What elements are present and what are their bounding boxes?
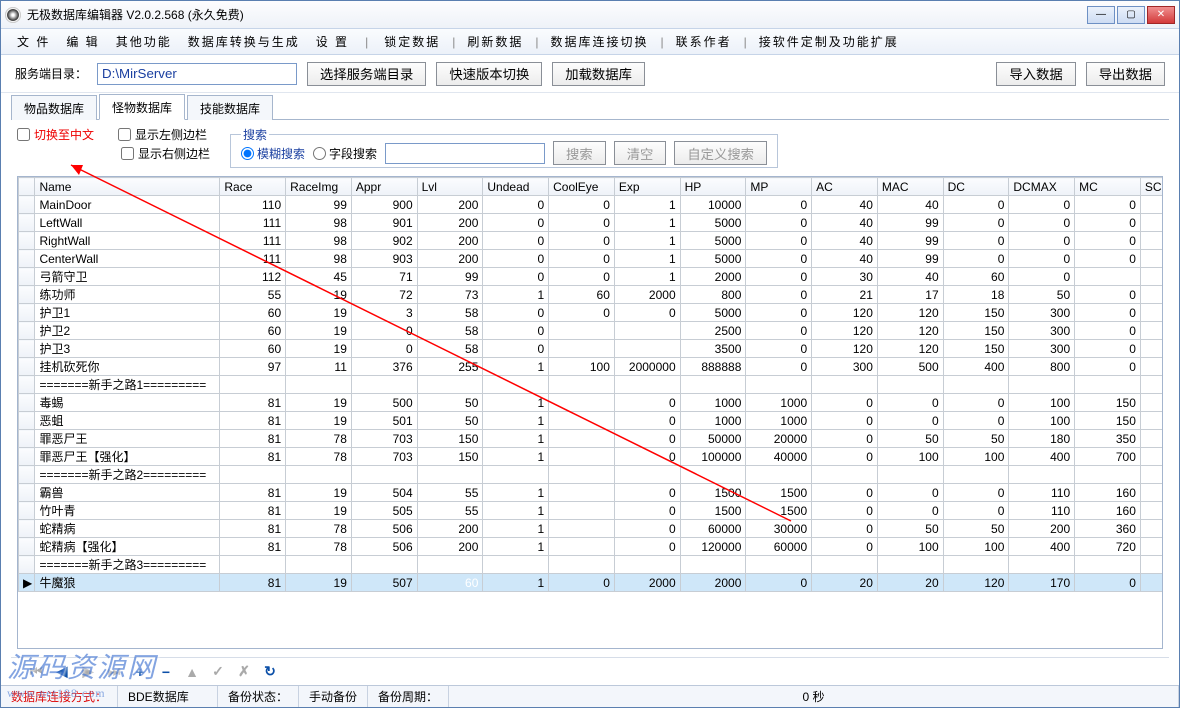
- menu-编 辑[interactable]: 编 辑: [58, 33, 107, 51]
- fuzzy-radio[interactable]: 模糊搜索: [241, 145, 305, 162]
- col-CoolEye[interactable]: CoolEye: [549, 178, 615, 196]
- nav-post[interactable]: ✓: [209, 663, 227, 681]
- table-row[interactable]: 竹叶青81195055510150015000001101600: [19, 502, 1163, 520]
- menubar: 文 件编 辑其他功能数据库转换与生成设 置 | 锁定数据|刷新数据|数据库连接切…: [1, 29, 1179, 55]
- table-row[interactable]: 护卫360190580350001201201503000: [19, 340, 1163, 358]
- menu-action-1[interactable]: 刷新数据: [459, 33, 531, 51]
- statusbar: 数据库连接方式： BDE数据库 备份状态： 手动备份 备份周期： 0 秒: [1, 685, 1179, 707]
- col-DC[interactable]: DC: [943, 178, 1009, 196]
- cycle-label: 备份周期：: [368, 686, 449, 707]
- col-AC[interactable]: AC: [812, 178, 878, 196]
- backup-value: 手动备份: [299, 686, 368, 707]
- choose-dir-button[interactable]: 选择服务端目录: [307, 62, 426, 86]
- search-group: 搜索 模糊搜索 字段搜索 搜索 清空 自定义搜索: [230, 126, 778, 168]
- data-grid[interactable]: NameRaceRaceImgApprLvlUndeadCoolEyeExpHP…: [17, 176, 1163, 649]
- table-row[interactable]: 练功师5519727316020008000211718500: [19, 286, 1163, 304]
- tab-0[interactable]: 物品数据库: [11, 95, 97, 120]
- col-Name[interactable]: Name: [35, 178, 220, 196]
- table-row[interactable]: 弓箭守卫112457199001200003040600: [19, 268, 1163, 286]
- menu-文 件[interactable]: 文 件: [9, 33, 58, 51]
- nav-first[interactable]: ⏮: [27, 663, 45, 681]
- col-SC[interactable]: SC: [1140, 178, 1162, 196]
- menu-action-4[interactable]: 接软件定制及功能扩展: [751, 33, 907, 51]
- cycle-value: 0 秒: [449, 686, 1179, 707]
- minimize-button[interactable]: —: [1087, 6, 1115, 24]
- menu-其他功能[interactable]: 其他功能: [108, 33, 180, 51]
- import-button[interactable]: 导入数据: [996, 62, 1075, 86]
- table-row[interactable]: 护卫16019358000500001201201503000: [19, 304, 1163, 322]
- nav-refresh[interactable]: ↻: [261, 663, 279, 681]
- table-row[interactable]: RightWall11198902200001500004099000: [19, 232, 1163, 250]
- record-navigator: ⏮ ◀ ▶ ⏭ + − ▲ ✓ ✗ ↻: [11, 657, 1169, 685]
- nav-edit[interactable]: ▲: [183, 663, 201, 681]
- table-row[interactable]: 蛇精病8178506200106000030000050502003600: [19, 520, 1163, 538]
- path-label: 服务端目录：: [15, 65, 87, 82]
- col-Lvl[interactable]: Lvl: [417, 178, 483, 196]
- switch-cn-checkbox[interactable]: 切换至中文: [17, 126, 94, 143]
- menu-action-3[interactable]: 联系作者: [668, 33, 740, 51]
- tab-1[interactable]: 怪物数据库: [99, 94, 185, 120]
- table-row[interactable]: 恶蛆81195015010100010000001001500: [19, 412, 1163, 430]
- show-left-checkbox[interactable]: 显示左侧边栏: [118, 126, 207, 143]
- table-row[interactable]: MainDoor110999002000011000004040000: [19, 196, 1163, 214]
- close-button[interactable]: ✕: [1147, 6, 1175, 24]
- table-row[interactable]: 霸兽81195045510150015000001101600: [19, 484, 1163, 502]
- nav-cancel[interactable]: ✗: [235, 663, 253, 681]
- nav-prev[interactable]: ◀: [53, 663, 71, 681]
- tab-2[interactable]: 技能数据库: [187, 95, 273, 120]
- col-DCMAX[interactable]: DCMAX: [1009, 178, 1075, 196]
- table-row[interactable]: 挂机砍死你97113762551100200000088888803005004…: [19, 358, 1163, 376]
- quick-switch-button[interactable]: 快速版本切换: [436, 62, 542, 86]
- nav-add[interactable]: +: [131, 663, 149, 681]
- tabs: 物品数据库怪物数据库技能数据库: [1, 93, 1179, 119]
- table-row[interactable]: =======新手之路3=========: [19, 556, 1163, 574]
- backup-label: 备份状态：: [218, 686, 299, 707]
- maximize-button[interactable]: ▢: [1117, 6, 1145, 24]
- path-input[interactable]: [97, 63, 297, 85]
- titlebar: 无极数据库编辑器 V2.0.2.568 (永久免费) — ▢ ✕: [1, 1, 1179, 29]
- table-row[interactable]: =======新手之路2=========: [19, 466, 1163, 484]
- conn-label: 数据库连接方式：: [11, 688, 107, 705]
- conn-value: BDE数据库: [118, 686, 218, 707]
- search-legend: 搜索: [241, 126, 269, 143]
- export-button[interactable]: 导出数据: [1086, 62, 1165, 86]
- load-db-button[interactable]: 加载数据库: [552, 62, 645, 86]
- app-icon: [5, 7, 21, 23]
- table-row[interactable]: =======新手之路1=========: [19, 376, 1163, 394]
- col-MC[interactable]: MC: [1075, 178, 1141, 196]
- col-Appr[interactable]: Appr: [351, 178, 417, 196]
- custom-search-button[interactable]: 自定义搜索: [674, 141, 767, 165]
- col-MAC[interactable]: MAC: [877, 178, 943, 196]
- col-RaceImg[interactable]: RaceImg: [286, 178, 352, 196]
- clear-button[interactable]: 清空: [614, 141, 667, 165]
- table-row[interactable]: 护卫260190580250001201201503000: [19, 322, 1163, 340]
- search-input[interactable]: [385, 143, 545, 164]
- col-Race[interactable]: Race: [220, 178, 286, 196]
- search-button[interactable]: 搜索: [553, 141, 606, 165]
- menu-action-0[interactable]: 锁定数据: [376, 33, 448, 51]
- window-title: 无极数据库编辑器 V2.0.2.568 (永久免费): [27, 6, 1087, 23]
- panel: 切换至中文 显示左侧边栏 显示右侧边栏 搜索 模糊搜索 字段搜索 搜索 清空 自…: [11, 119, 1169, 649]
- table-row[interactable]: ▶牛魔狼8119507601020002000020201201700: [19, 574, 1163, 592]
- col-HP[interactable]: HP: [680, 178, 746, 196]
- table-row[interactable]: 毒蜴81195005010100010000001001500: [19, 394, 1163, 412]
- show-right-checkbox[interactable]: 显示右侧边栏: [121, 145, 210, 162]
- col-Undead[interactable]: Undead: [483, 178, 549, 196]
- nav-del[interactable]: −: [157, 663, 175, 681]
- menu-数据库转换与生成[interactable]: 数据库转换与生成: [180, 33, 308, 51]
- col-MP[interactable]: MP: [746, 178, 812, 196]
- field-radio[interactable]: 字段搜索: [313, 145, 377, 162]
- toolbar: 服务端目录： 选择服务端目录 快速版本切换 加载数据库 导入数据 导出数据: [1, 55, 1179, 93]
- col-Exp[interactable]: Exp: [614, 178, 680, 196]
- table-row[interactable]: CenterWall11198903200001500004099000: [19, 250, 1163, 268]
- nav-last[interactable]: ⏭: [105, 663, 123, 681]
- table-row[interactable]: 蛇精病【强化】817850620010120000600000100100400…: [19, 538, 1163, 556]
- menu-action-2[interactable]: 数据库连接切换: [542, 33, 656, 51]
- table-row[interactable]: LeftWall11198901200001500004099000: [19, 214, 1163, 232]
- table-row[interactable]: 罪恶尸王8178703150105000020000050501803500: [19, 430, 1163, 448]
- table-row[interactable]: 罪恶尸王【强化】81787031501010000040000010010040…: [19, 448, 1163, 466]
- nav-next[interactable]: ▶: [79, 663, 97, 681]
- menu-设 置[interactable]: 设 置: [308, 33, 357, 51]
